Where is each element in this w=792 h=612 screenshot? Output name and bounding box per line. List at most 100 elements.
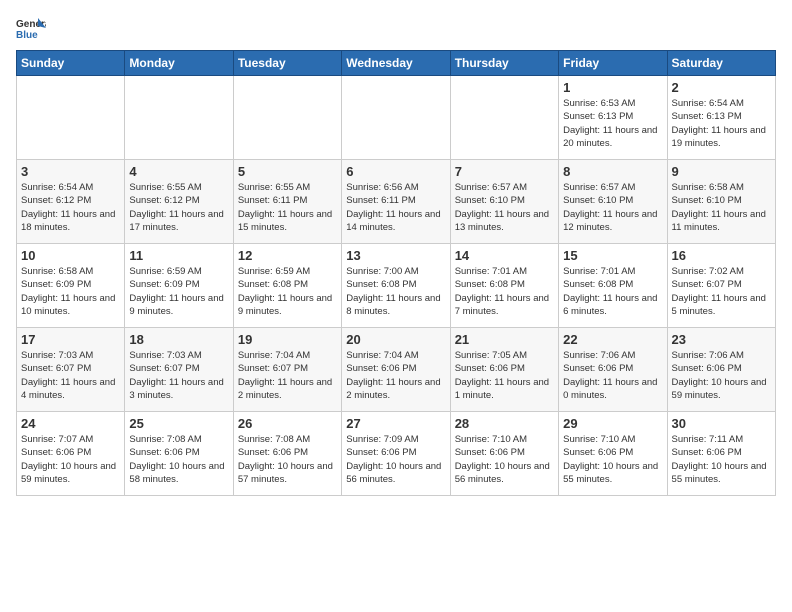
calendar-cell: 28 Sunrise: 7:10 AM Sunset: 6:06 PM Dayli… <box>450 412 558 496</box>
day-info: Sunrise: 7:02 AM Sunset: 6:07 PM Dayligh… <box>672 265 771 318</box>
calendar-cell: 17 Sunrise: 7:03 AM Sunset: 6:07 PM Dayli… <box>17 328 125 412</box>
day-info: Sunrise: 7:10 AM Sunset: 6:06 PM Dayligh… <box>455 433 554 486</box>
day-info: Sunrise: 6:54 AM Sunset: 6:13 PM Dayligh… <box>672 97 771 150</box>
day-info: Sunrise: 6:57 AM Sunset: 6:10 PM Dayligh… <box>563 181 662 234</box>
calendar-cell: 13 Sunrise: 7:00 AM Sunset: 6:08 PM Dayli… <box>342 244 450 328</box>
calendar-cell <box>342 76 450 160</box>
calendar-cell: 6Sunrise: 6:56 AM Sunset: 6:11 PM Daylig… <box>342 160 450 244</box>
day-number: 17 <box>21 332 120 347</box>
day-number: 28 <box>455 416 554 431</box>
day-info: Sunrise: 6:55 AM Sunset: 6:11 PM Dayligh… <box>238 181 337 234</box>
day-info: Sunrise: 7:06 AM Sunset: 6:06 PM Dayligh… <box>563 349 662 402</box>
day-number: 5 <box>238 164 337 179</box>
day-number: 4 <box>129 164 228 179</box>
calendar-cell <box>17 76 125 160</box>
day-number: 14 <box>455 248 554 263</box>
day-number: 11 <box>129 248 228 263</box>
day-number: 15 <box>563 248 662 263</box>
day-number: 30 <box>672 416 771 431</box>
calendar-cell: 14 Sunrise: 7:01 AM Sunset: 6:08 PM Dayli… <box>450 244 558 328</box>
day-number: 22 <box>563 332 662 347</box>
day-info: Sunrise: 7:00 AM Sunset: 6:08 PM Dayligh… <box>346 265 445 318</box>
calendar-cell: 21 Sunrise: 7:05 AM Sunset: 6:06 PM Dayli… <box>450 328 558 412</box>
calendar-cell: 20 Sunrise: 7:04 AM Sunset: 6:06 PM Dayli… <box>342 328 450 412</box>
day-number: 29 <box>563 416 662 431</box>
day-number: 12 <box>238 248 337 263</box>
weekday-header-saturday: Saturday <box>667 51 775 76</box>
day-info: Sunrise: 7:09 AM Sunset: 6:06 PM Dayligh… <box>346 433 445 486</box>
day-info: Sunrise: 7:10 AM Sunset: 6:06 PM Dayligh… <box>563 433 662 486</box>
calendar-cell: 7 Sunrise: 6:57 AM Sunset: 6:10 PM Daylig… <box>450 160 558 244</box>
day-info: Sunrise: 7:03 AM Sunset: 6:07 PM Dayligh… <box>129 349 228 402</box>
svg-text:Blue: Blue <box>16 30 38 40</box>
logo: General Blue <box>16 16 46 40</box>
day-number: 21 <box>455 332 554 347</box>
day-info: Sunrise: 7:04 AM Sunset: 6:06 PM Dayligh… <box>346 349 445 402</box>
weekday-header-monday: Monday <box>125 51 233 76</box>
calendar-table: SundayMondayTuesdayWednesdayThursdayFrid… <box>16 50 776 496</box>
day-number: 9 <box>672 164 771 179</box>
calendar-cell: 18 Sunrise: 7:03 AM Sunset: 6:07 PM Dayli… <box>125 328 233 412</box>
day-number: 8 <box>563 164 662 179</box>
weekday-header-tuesday: Tuesday <box>233 51 341 76</box>
weekday-header-wednesday: Wednesday <box>342 51 450 76</box>
day-info: Sunrise: 7:01 AM Sunset: 6:08 PM Dayligh… <box>563 265 662 318</box>
day-number: 27 <box>346 416 445 431</box>
day-info: Sunrise: 7:08 AM Sunset: 6:06 PM Dayligh… <box>129 433 228 486</box>
day-info: Sunrise: 7:04 AM Sunset: 6:07 PM Dayligh… <box>238 349 337 402</box>
day-number: 3 <box>21 164 120 179</box>
calendar-cell <box>233 76 341 160</box>
calendar-cell: 24 Sunrise: 7:07 AM Sunset: 6:06 PM Dayli… <box>17 412 125 496</box>
day-info: Sunrise: 6:56 AM Sunset: 6:11 PM Dayligh… <box>346 181 445 234</box>
calendar-cell: 16 Sunrise: 7:02 AM Sunset: 6:07 PM Dayli… <box>667 244 775 328</box>
day-info: Sunrise: 6:57 AM Sunset: 6:10 PM Dayligh… <box>455 181 554 234</box>
day-number: 26 <box>238 416 337 431</box>
day-number: 25 <box>129 416 228 431</box>
day-info: Sunrise: 7:05 AM Sunset: 6:06 PM Dayligh… <box>455 349 554 402</box>
day-info: Sunrise: 7:01 AM Sunset: 6:08 PM Dayligh… <box>455 265 554 318</box>
day-info: Sunrise: 7:08 AM Sunset: 6:06 PM Dayligh… <box>238 433 337 486</box>
day-info: Sunrise: 6:59 AM Sunset: 6:08 PM Dayligh… <box>238 265 337 318</box>
day-number: 23 <box>672 332 771 347</box>
day-info: Sunrise: 6:59 AM Sunset: 6:09 PM Dayligh… <box>129 265 228 318</box>
page-header: General Blue <box>16 16 776 40</box>
calendar-cell <box>125 76 233 160</box>
calendar-cell: 9 Sunrise: 6:58 AM Sunset: 6:10 PM Daylig… <box>667 160 775 244</box>
day-number: 10 <box>21 248 120 263</box>
day-info: Sunrise: 6:55 AM Sunset: 6:12 PM Dayligh… <box>129 181 228 234</box>
day-info: Sunrise: 6:53 AM Sunset: 6:13 PM Dayligh… <box>563 97 662 150</box>
day-number: 16 <box>672 248 771 263</box>
day-info: Sunrise: 6:54 AM Sunset: 6:12 PM Dayligh… <box>21 181 120 234</box>
day-info: Sunrise: 7:11 AM Sunset: 6:06 PM Dayligh… <box>672 433 771 486</box>
calendar-cell <box>450 76 558 160</box>
day-info: Sunrise: 6:58 AM Sunset: 6:09 PM Dayligh… <box>21 265 120 318</box>
calendar-cell: 3 Sunrise: 6:54 AM Sunset: 6:12 PM Daylig… <box>17 160 125 244</box>
calendar-cell: 5 Sunrise: 6:55 AM Sunset: 6:11 PM Daylig… <box>233 160 341 244</box>
day-number: 7 <box>455 164 554 179</box>
day-number: 2 <box>672 80 771 95</box>
calendar-cell: 29 Sunrise: 7:10 AM Sunset: 6:06 PM Dayli… <box>559 412 667 496</box>
day-number: 24 <box>21 416 120 431</box>
calendar-cell: 22 Sunrise: 7:06 AM Sunset: 6:06 PM Dayli… <box>559 328 667 412</box>
weekday-header-thursday: Thursday <box>450 51 558 76</box>
calendar-cell: 8 Sunrise: 6:57 AM Sunset: 6:10 PM Daylig… <box>559 160 667 244</box>
calendar-cell: 30 Sunrise: 7:11 AM Sunset: 6:06 PM Dayli… <box>667 412 775 496</box>
day-info: Sunrise: 7:06 AM Sunset: 6:06 PM Dayligh… <box>672 349 771 402</box>
day-info: Sunrise: 6:58 AM Sunset: 6:10 PM Dayligh… <box>672 181 771 234</box>
logo-icon: General Blue <box>16 16 46 40</box>
day-info: Sunrise: 7:07 AM Sunset: 6:06 PM Dayligh… <box>21 433 120 486</box>
calendar-cell: 2 Sunrise: 6:54 AM Sunset: 6:13 PM Daylig… <box>667 76 775 160</box>
calendar-cell: 27 Sunrise: 7:09 AM Sunset: 6:06 PM Dayli… <box>342 412 450 496</box>
weekday-header-sunday: Sunday <box>17 51 125 76</box>
day-number: 20 <box>346 332 445 347</box>
day-info: Sunrise: 7:03 AM Sunset: 6:07 PM Dayligh… <box>21 349 120 402</box>
day-number: 13 <box>346 248 445 263</box>
calendar-cell: 10 Sunrise: 6:58 AM Sunset: 6:09 PM Dayli… <box>17 244 125 328</box>
day-number: 18 <box>129 332 228 347</box>
day-number: 19 <box>238 332 337 347</box>
calendar-cell: 1 Sunrise: 6:53 AM Sunset: 6:13 PM Daylig… <box>559 76 667 160</box>
day-number: 1 <box>563 80 662 95</box>
calendar-cell: 25 Sunrise: 7:08 AM Sunset: 6:06 PM Dayli… <box>125 412 233 496</box>
calendar-cell: 19 Sunrise: 7:04 AM Sunset: 6:07 PM Dayli… <box>233 328 341 412</box>
calendar-cell: 26 Sunrise: 7:08 AM Sunset: 6:06 PM Dayli… <box>233 412 341 496</box>
